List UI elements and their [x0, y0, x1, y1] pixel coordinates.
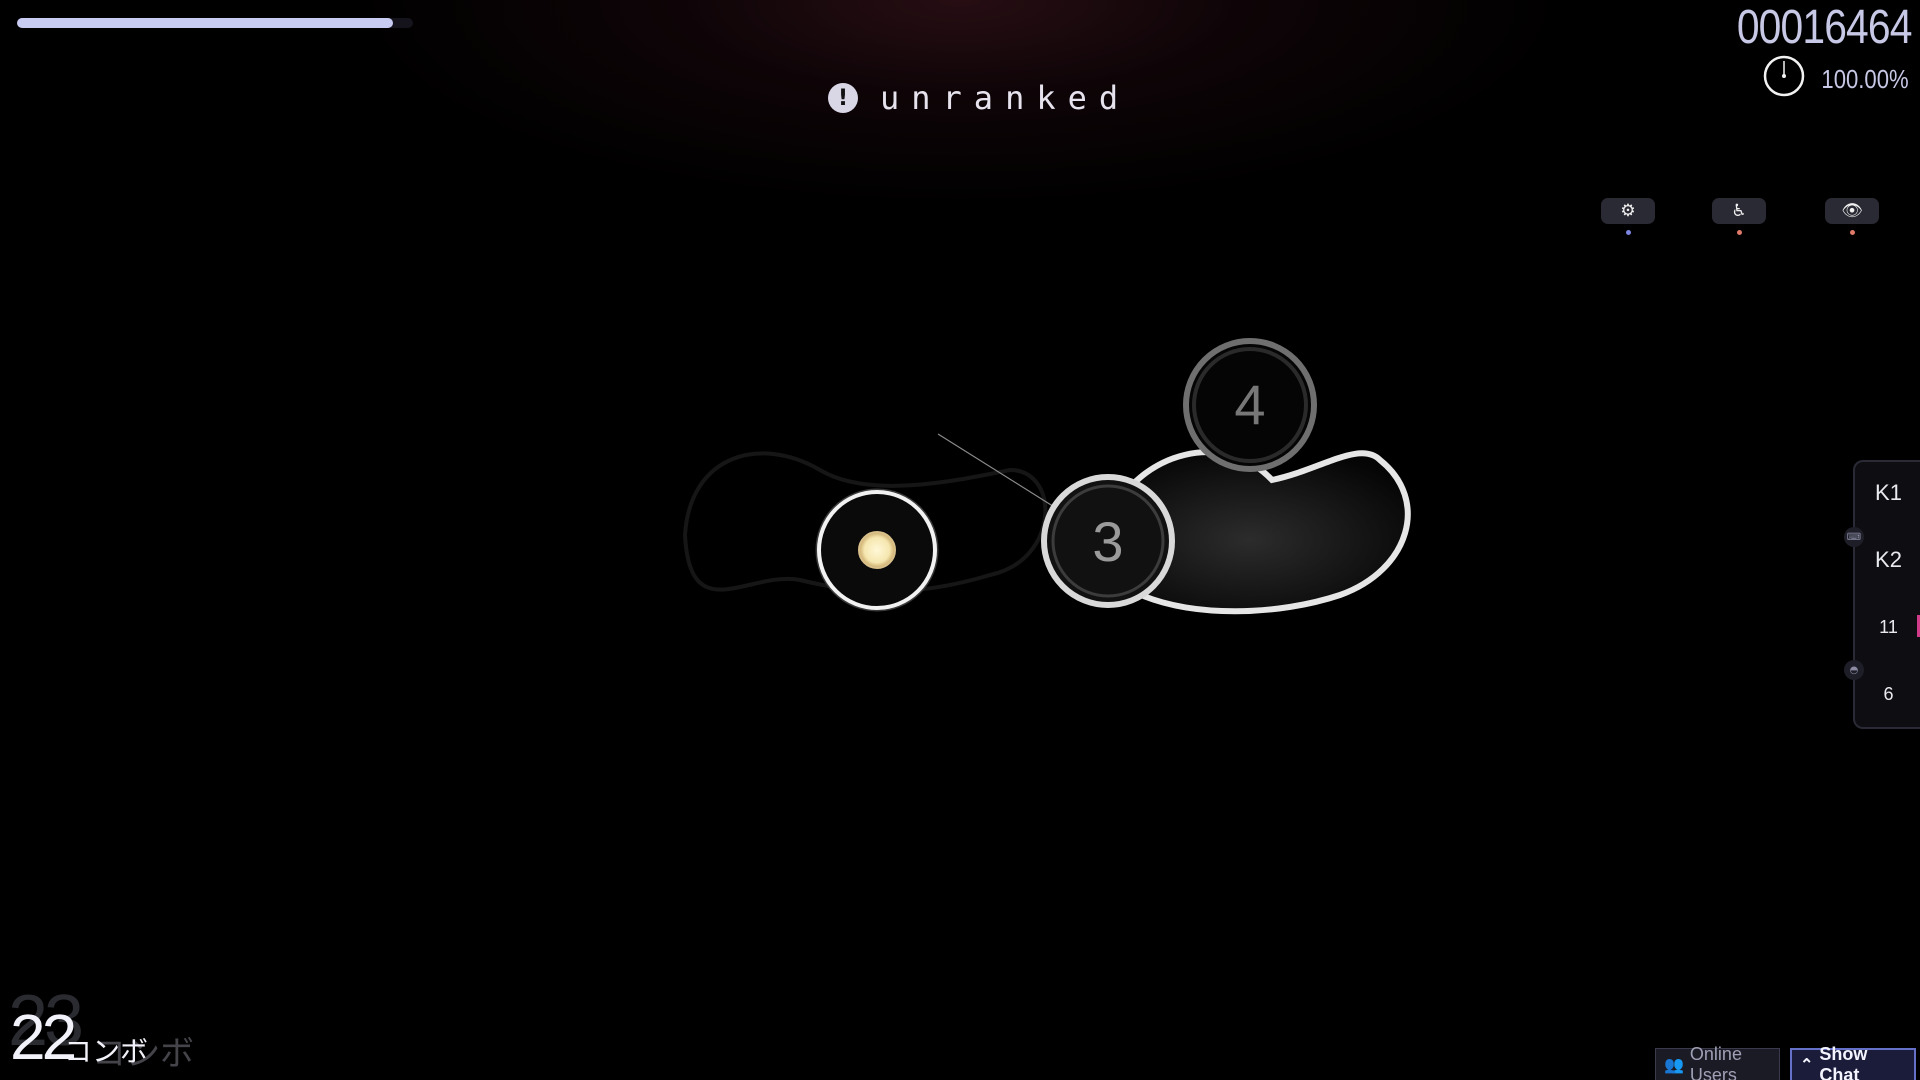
combo-suffix: コンボ [64, 1035, 149, 1068]
hit-circle-4: 4 [1183, 338, 1317, 472]
cursor-hit-circle [815, 488, 939, 612]
key-k1-count: 11 [1879, 617, 1898, 637]
key-overlay: K1 ⌨ K2 11 ◓ 6 [1844, 460, 1920, 729]
mouse-icon: ◓ [1844, 660, 1864, 680]
show-chat-button[interactable]: ⌃ Show Chat [1790, 1044, 1916, 1080]
keyboard-icon: ⌨ [1844, 527, 1864, 547]
online-users-label: Online Users [1689, 1044, 1742, 1080]
show-chat-label: Show Chat [1819, 1044, 1868, 1080]
users-icon: 👥 [1664, 1057, 1684, 1074]
key-k1-label: K1 [1875, 480, 1902, 505]
online-users-button[interactable]: 👥 Online Users [1655, 1044, 1780, 1080]
hit-circle-number: 4 [1234, 373, 1265, 436]
chevron-up-icon: ⌃ [1800, 1057, 1814, 1074]
game-screen: ! unranked 00016464 100.00% ⚙ ♿ 👁 4 3 K1… [0, 0, 1920, 1080]
key-k2-count: 6 [1883, 684, 1894, 704]
hit-circle-3: 3 [1041, 474, 1175, 608]
key-k2-label: K2 [1875, 547, 1902, 572]
playfield: 4 3 [682, 338, 1411, 615]
hit-circle-number: 3 [1092, 510, 1123, 573]
